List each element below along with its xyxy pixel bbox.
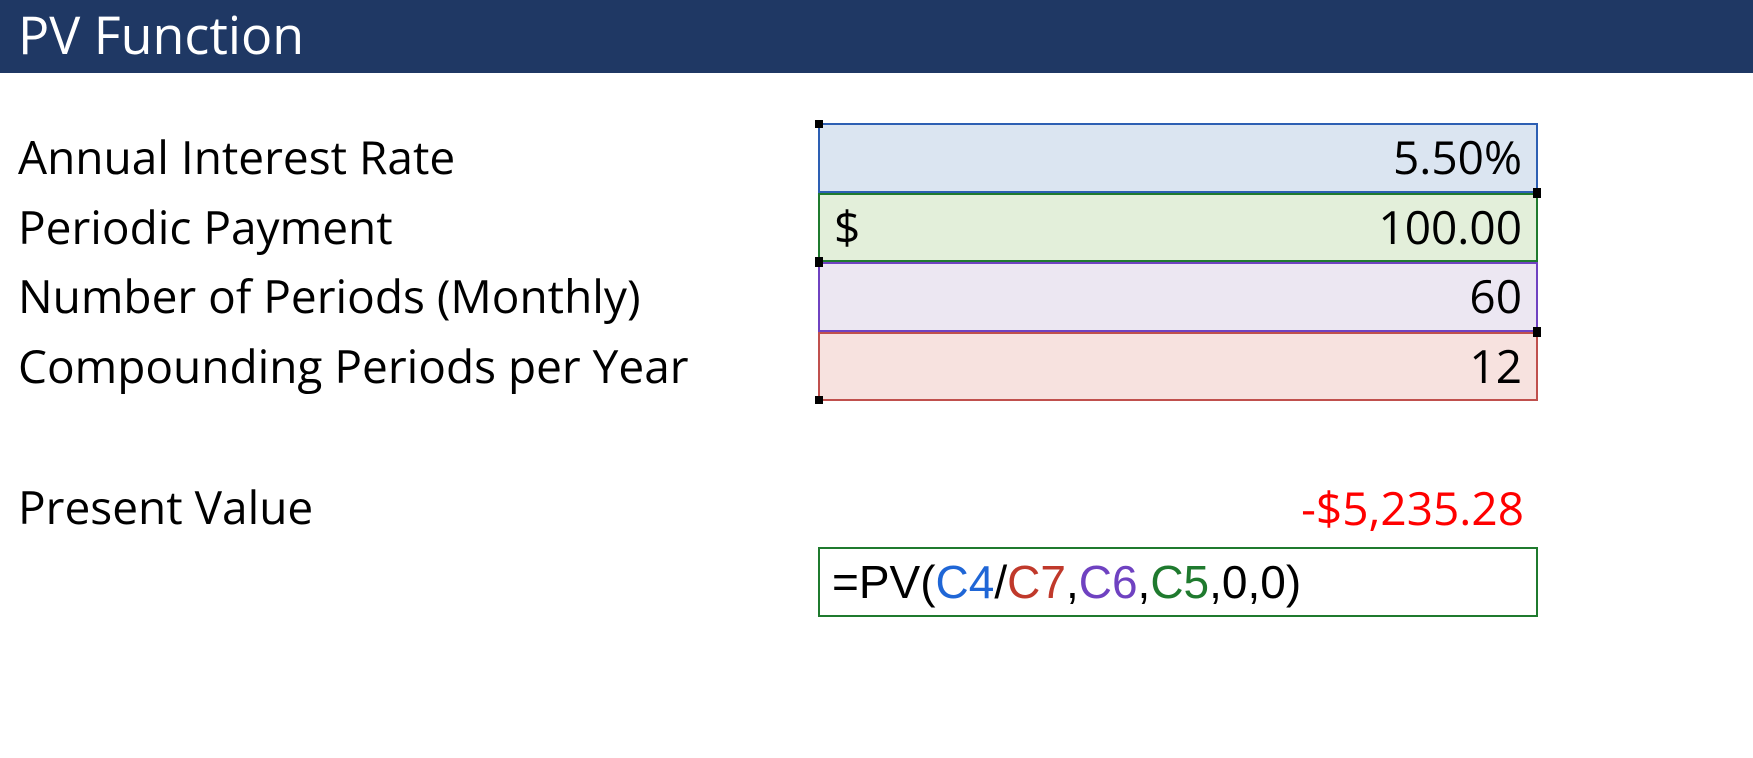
formula-token-comma1: ,	[1066, 556, 1079, 608]
formula-token-c6: C6	[1079, 556, 1138, 608]
label-compounding-periods: Compounding Periods per Year	[18, 332, 818, 402]
worksheet-body: Annual Interest Rate 5.50% Periodic Paym…	[0, 73, 1753, 617]
cell-present-value-result[interactable]: -$5,235.28	[818, 473, 1538, 543]
cell-c4-annual-rate[interactable]: 5.50%	[818, 123, 1538, 193]
cell-formula-editor[interactable]: =PV(C4/C7,C6,C5,0,0)	[818, 547, 1538, 617]
cell-c5-periodic-payment[interactable]: $ 100.00	[818, 193, 1538, 263]
row-formula: =PV(C4/C7,C6,C5,0,0)	[18, 543, 1735, 617]
page-header: PV Function	[0, 0, 1753, 73]
formula-token-slash: /	[994, 556, 1007, 608]
row-periodic-payment: Periodic Payment $ 100.00	[18, 193, 1735, 263]
value-number-of-periods: 60	[834, 268, 1522, 326]
cell-c7-compounding-periods[interactable]: 12	[818, 332, 1538, 402]
label-annual-rate: Annual Interest Rate	[18, 123, 818, 193]
formula-token-c4: C4	[936, 556, 995, 608]
formula-token-comma2: ,	[1138, 556, 1151, 608]
cell-c6-number-of-periods[interactable]: 60	[818, 262, 1538, 332]
label-periodic-payment: Periodic Payment	[18, 193, 818, 263]
value-compounding-periods: 12	[834, 338, 1522, 396]
formula-token-c7: C7	[1007, 556, 1066, 608]
row-compounding-periods: Compounding Periods per Year 12	[18, 332, 1735, 402]
row-present-value: Present Value -$5,235.28	[18, 473, 1735, 543]
formula-token-c5: C5	[1150, 556, 1209, 608]
value-annual-rate: 5.50%	[834, 129, 1522, 187]
row-annual-rate: Annual Interest Rate 5.50%	[18, 123, 1735, 193]
label-number-of-periods: Number of Periods (Monthly)	[18, 262, 818, 332]
label-formula-empty	[18, 543, 818, 617]
currency-symbol: $	[834, 199, 860, 257]
page-title: PV Function	[18, 0, 304, 70]
value-periodic-payment: 100.00	[860, 199, 1522, 257]
row-number-of-periods: Number of Periods (Monthly) 60	[18, 262, 1735, 332]
formula-token-tail: ,0,0)	[1209, 556, 1301, 608]
label-present-value: Present Value	[18, 473, 818, 543]
formula-token-prefix: =PV(	[832, 556, 936, 608]
